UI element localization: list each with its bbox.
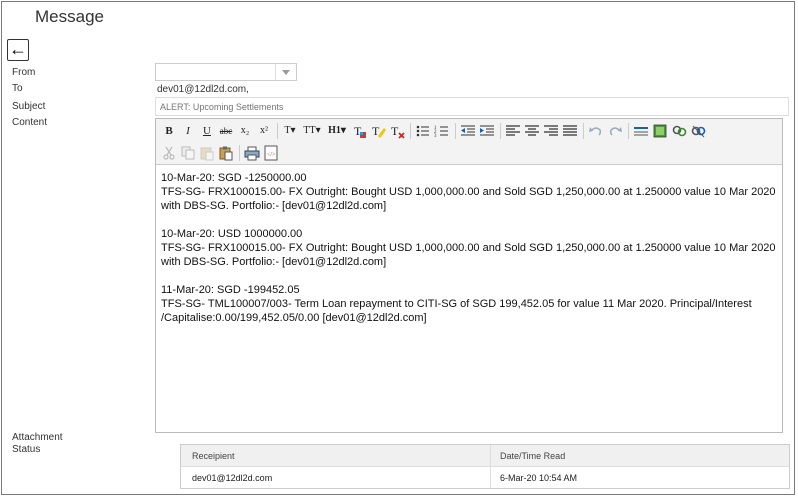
copy-button[interactable] [179,144,197,162]
svg-text:3: 3 [434,134,437,139]
status-label: Status [12,444,41,455]
remove-link-button[interactable] [689,122,707,140]
content-block: 10-Mar-20: USD 1000000.00 TFS-SG- FRX100… [161,227,777,269]
background-color-button[interactable]: T [369,122,387,140]
paste-button[interactable] [198,144,216,162]
subject-input[interactable] [155,97,789,116]
redo-icon [609,127,622,136]
toolbar-divider [277,123,278,139]
toolbar-divider [239,145,240,161]
editor-toolbar: B I U abc x₂ x² T▾ TT▾ H1▾ T T T 1 2 3 <… [156,119,782,165]
numbered-list-icon: 123 [434,126,448,139]
source-button[interactable]: </> [262,144,280,162]
rich-text-editor[interactable]: B I U abc x₂ x² T▾ TT▾ H1▾ T T T 1 2 3 <… [155,118,783,433]
link-icon [672,125,687,137]
align-right-icon [544,125,558,136]
subscript-button[interactable]: x₂ [236,122,254,140]
table-header-row: Receipient Date/Time Read [181,445,789,467]
font-size-button[interactable]: T▾ [281,122,299,140]
horizontal-rule-icon [634,127,648,136]
toolbar-divider [455,123,456,139]
strikethrough-button[interactable]: abc [217,122,235,140]
chevron-down-icon[interactable] [275,64,296,80]
attachment-label: Attachment [12,432,63,443]
toolbar-divider [628,123,629,139]
superscript-button[interactable]: x² [255,122,273,140]
align-center-button[interactable] [523,122,541,140]
horizontal-rule-button[interactable] [632,122,650,140]
toolbar-divider [583,123,584,139]
bulleted-list-icon [416,125,429,137]
image-icon [653,124,667,138]
paste-text-button[interactable] [217,144,235,162]
underline-button[interactable]: U [198,122,216,140]
to-value: dev01@12dl2d.com, [157,84,249,95]
highlight-icon: T [372,124,386,138]
editor-content[interactable]: 10-Mar-20: SGD -1250000.00 TFS-SG- FRX10… [156,165,782,345]
paste-text-icon [219,146,233,161]
heading-button[interactable]: H1▾ [325,122,349,140]
unlink-icon [691,125,706,138]
content-heading-line: 10-Mar-20: SGD -1250000.00 [161,172,307,184]
content-block: 10-Mar-20: SGD -1250000.00 TFS-SG- FRX10… [161,171,777,213]
toolbar-divider [410,123,411,139]
undo-button[interactable] [587,122,605,140]
status-table: Receipient Date/Time Read dev01@12dl2d.c… [180,444,790,489]
bold-button[interactable]: B [160,122,178,140]
justify-icon [563,125,577,136]
copy-icon [181,146,195,160]
outdent-icon [461,125,475,136]
recipient-cell: dev01@12dl2d.com [181,467,491,488]
content-label: Content [12,117,48,128]
page-title: Message [35,7,104,26]
align-right-button[interactable] [542,122,560,140]
subject-label: Subject [12,101,46,112]
content-detail-line: TFS-SG- FRX100015.00- FX Outright: Bough… [161,186,776,212]
remove-format-icon: T [391,124,405,139]
align-left-button[interactable] [504,122,522,140]
column-header-recipient[interactable]: Receipient [181,445,491,466]
content-heading-line: 10-Mar-20: USD 1000000.00 [161,228,303,240]
toolbar-divider [500,123,501,139]
content-detail-line: TFS-SG- FRX100015.00- FX Outright: Bough… [161,242,776,268]
back-button[interactable]: ← [7,39,29,61]
printer-icon [244,146,260,161]
to-label: To [12,83,23,94]
insert-link-button[interactable] [670,122,688,140]
text-color-icon: T [354,124,366,138]
svg-text:</>: </> [267,152,276,158]
align-left-icon [506,125,520,136]
toolbar-row-2: </> [160,143,281,163]
decrease-indent-button[interactable] [459,122,477,140]
insert-image-button[interactable] [651,122,669,140]
print-button[interactable] [243,144,261,162]
remove-format-button[interactable]: T [388,122,406,140]
svg-text:T: T [391,124,399,138]
undo-icon [589,127,602,136]
table-row: dev01@12dl2d.com 6-Mar-20 10:54 AM [181,467,789,488]
content-block: 11-Mar-20: SGD -199452.05 TFS-SG- TML100… [161,283,777,325]
arrow-left-icon: ← [9,39,27,59]
toolbar-row-1: B I U abc x₂ x² T▾ TT▾ H1▾ T T T 1 2 3 [160,121,708,141]
indent-icon [480,125,494,136]
content-detail-line: TFS-SG- TML100007/003- Term Loan repayme… [161,298,752,324]
italic-button[interactable]: I [179,122,197,140]
column-header-date-read[interactable]: Date/Time Read [491,445,789,466]
scissors-icon [163,146,175,160]
justify-button[interactable] [561,122,579,140]
redo-button[interactable] [606,122,624,140]
text-color-button[interactable]: T [350,122,368,140]
align-center-icon [525,125,539,136]
paste-icon [200,147,214,161]
from-select[interactable] [155,63,297,81]
text-size-button[interactable]: TT▾ [300,122,324,140]
source-code-icon: </> [264,145,278,161]
increase-indent-button[interactable] [478,122,496,140]
bulleted-list-button[interactable] [414,122,432,140]
numbered-list-button[interactable]: 123 [433,122,451,140]
content-heading-line: 11-Mar-20: SGD -199452.05 [161,284,300,296]
from-label: From [12,67,36,78]
cut-button[interactable] [160,144,178,162]
date-read-cell: 6-Mar-20 10:54 AM [500,472,578,483]
